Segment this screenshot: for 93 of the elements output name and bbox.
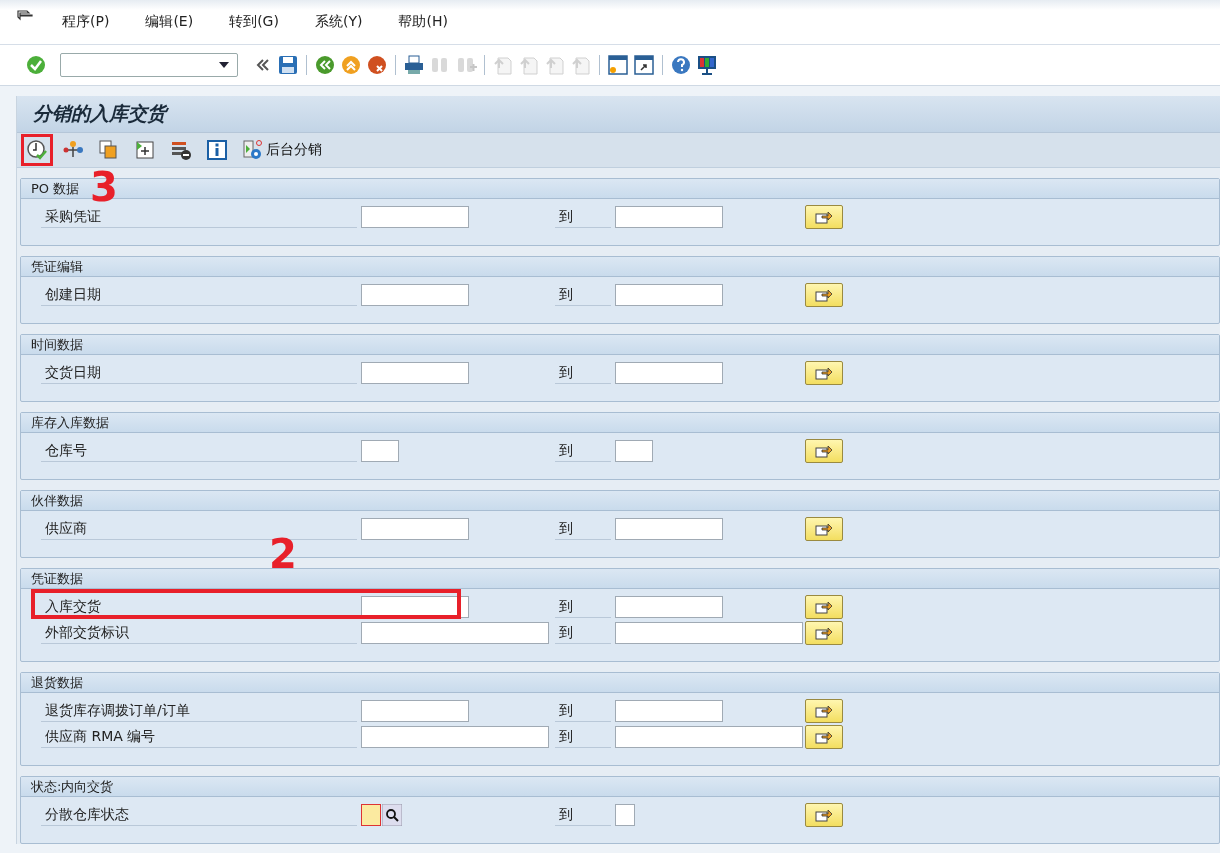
to-label: 到 — [559, 805, 573, 824]
multiple-selection-button[interactable] — [805, 439, 843, 463]
input-field[interactable] — [361, 804, 381, 826]
group-title: 状态:内向交货 — [31, 777, 114, 796]
arrow-box-icon — [815, 366, 833, 380]
group-title: PO 数据 — [31, 179, 80, 198]
to-label: 到 — [559, 701, 573, 720]
arrow-box-icon — [815, 600, 833, 614]
command-field[interactable] — [60, 53, 238, 77]
input-field[interactable] — [361, 518, 469, 540]
multiple-selection-button[interactable] — [805, 595, 843, 619]
to-label: 到 — [559, 597, 573, 616]
arrow-box-icon — [815, 522, 833, 536]
input-field[interactable] — [361, 726, 549, 748]
multiple-selection-button[interactable] — [805, 361, 843, 385]
multiple-selection-button[interactable] — [805, 803, 843, 827]
group-title: 库存入库数据 — [31, 413, 109, 432]
field-label: 仓库号 — [45, 441, 87, 460]
input-field[interactable] — [615, 440, 653, 462]
arrow-box-icon — [815, 288, 833, 302]
menu-item[interactable]: 帮助(H) — [398, 13, 448, 31]
arrow-box-icon — [815, 704, 833, 718]
input-field[interactable] — [361, 622, 549, 644]
multiple-selection-button[interactable] — [805, 699, 843, 723]
shortcut-icon[interactable] — [632, 54, 656, 76]
to-label: 到 — [559, 207, 573, 226]
input-field[interactable] — [361, 440, 399, 462]
arrow-box-icon — [815, 626, 833, 640]
group-title: 退货数据 — [31, 673, 83, 692]
cancel-icon[interactable] — [365, 54, 389, 76]
background-button[interactable]: 后台分销 — [237, 134, 327, 166]
copy-icon — [98, 139, 120, 161]
to-label: 到 — [559, 363, 573, 382]
to-label: 到 — [559, 285, 573, 304]
to-label: 到 — [559, 519, 573, 538]
arrow-box-icon — [815, 444, 833, 458]
field-label: 采购凭证 — [45, 207, 101, 226]
multiple-selection-button[interactable] — [805, 621, 843, 645]
save-icon[interactable] — [276, 54, 300, 76]
multiple-selection-button[interactable] — [805, 517, 843, 541]
menu-item[interactable]: 转到(G) — [229, 13, 279, 31]
group-title: 凭证编辑 — [31, 257, 83, 276]
input-field[interactable] — [615, 596, 723, 618]
group-title: 伙伴数据 — [31, 491, 83, 510]
input-field[interactable] — [615, 518, 723, 540]
back-icon[interactable] — [313, 54, 337, 76]
field-label: 外部交货标识 — [45, 623, 129, 642]
input-field[interactable] — [361, 362, 469, 384]
input-field[interactable] — [615, 362, 723, 384]
group-title: 凭证数据 — [31, 569, 83, 588]
field-label: 交货日期 — [45, 363, 101, 382]
field-label: 创建日期 — [45, 285, 101, 304]
multiple-selection-button[interactable] — [805, 205, 843, 229]
arrow-box-icon — [815, 808, 833, 822]
to-label: 到 — [559, 441, 573, 460]
annotation-number: 2 — [269, 534, 297, 574]
field-label: 分散仓库状态 — [45, 805, 129, 824]
input-field[interactable] — [615, 804, 635, 826]
menu-item[interactable]: 编辑(E) — [145, 13, 194, 31]
exit-icon[interactable] — [339, 54, 363, 76]
remove-list-icon — [170, 139, 192, 161]
field-label: 供应商 RMA 编号 — [45, 727, 156, 746]
input-field[interactable] — [361, 206, 469, 228]
printer-icon[interactable] — [402, 54, 426, 76]
clock-check-icon — [26, 139, 48, 161]
field-label: 入库交货 — [45, 597, 101, 616]
menu-item[interactable]: 程序(P) — [62, 13, 110, 31]
multiple-selection-button[interactable] — [805, 725, 843, 749]
menu-item[interactable]: 系统(Y) — [314, 13, 363, 31]
new-window-icon[interactable] — [606, 54, 630, 76]
group-title: 时间数据 — [31, 335, 83, 354]
add-icon — [134, 139, 156, 161]
input-field[interactable] — [361, 284, 469, 306]
annotation-number: 3 — [90, 167, 118, 207]
caret-icon[interactable] — [219, 62, 229, 68]
search-help-icon[interactable] — [382, 804, 402, 826]
enter-icon[interactable] — [24, 54, 48, 76]
arrow-box-icon — [815, 730, 833, 744]
arrow-box-icon — [815, 210, 833, 224]
help-icon[interactable] — [669, 54, 693, 76]
monitor-icon[interactable] — [695, 54, 719, 76]
field-label: 供应商 — [45, 519, 87, 538]
input-field[interactable] — [615, 622, 803, 644]
multiple-selection-button[interactable] — [805, 283, 843, 307]
field-label: 退货库存调拨订单/订单 — [45, 701, 190, 720]
to-label: 到 — [559, 623, 573, 642]
info-icon — [206, 139, 228, 161]
to-label: 到 — [559, 727, 573, 746]
input-field[interactable] — [615, 206, 723, 228]
input-field[interactable] — [615, 726, 803, 748]
input-field[interactable] — [361, 700, 469, 722]
input-field[interactable] — [615, 700, 723, 722]
input-field[interactable] — [615, 284, 723, 306]
